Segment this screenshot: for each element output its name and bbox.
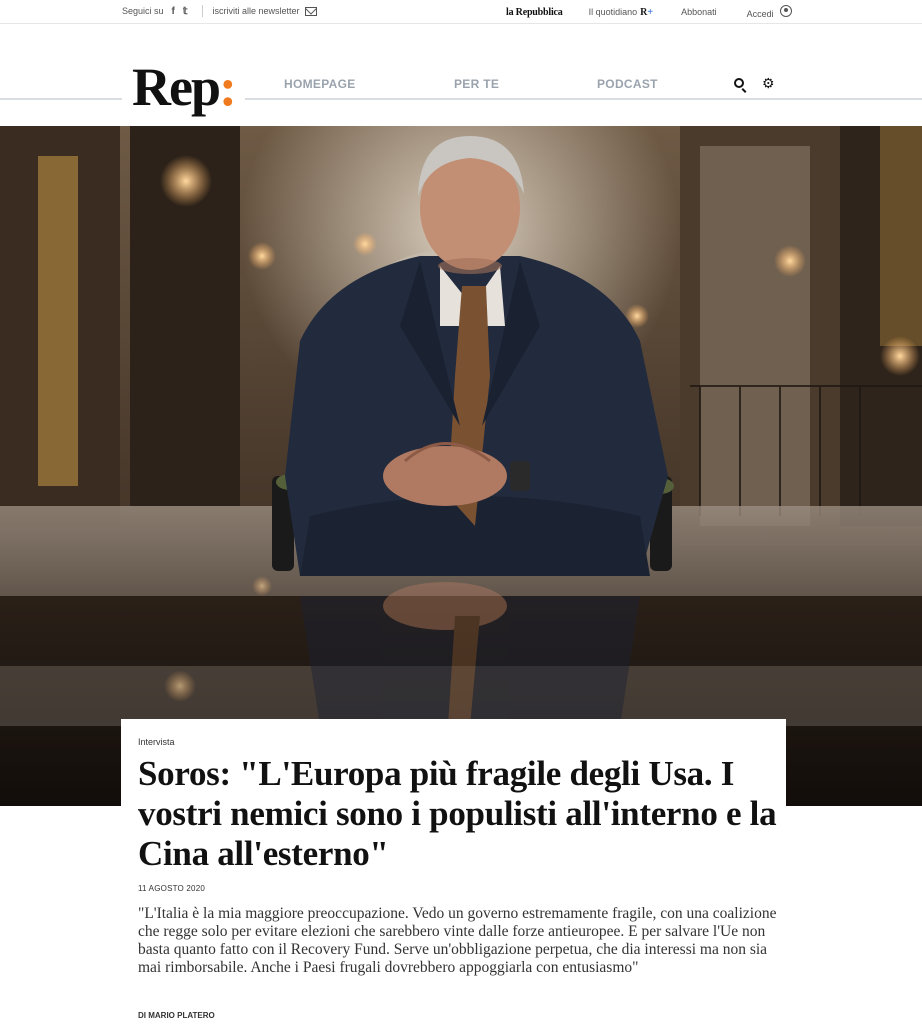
quotidiano-link[interactable]: Il quotidiano R+ [589, 7, 653, 18]
article-date: 11 AGOSTO 2020 [138, 884, 205, 893]
search-icon[interactable] [734, 78, 744, 88]
user-icon [780, 5, 793, 17]
nav-podcast[interactable]: PODCAST [597, 77, 658, 91]
logo-text: Rep [132, 57, 221, 117]
masthead: Rep: HOMEPAGE PER TE PODCAST ⚙ [0, 25, 922, 126]
newsletter-link[interactable]: iscriviti alle newsletter [213, 6, 300, 16]
quotidiano-label: Il quotidiano [588, 7, 638, 17]
follow-label: Seguici su [122, 6, 164, 16]
nav-per-te[interactable]: PER TE [454, 77, 499, 91]
article-byline[interactable]: DI MARIO PLATERO [138, 1011, 215, 1020]
account-links: la Repubblica Il quotidiano R+ Abbonati … [506, 5, 793, 19]
utility-bar: Seguici su f 𝕥 iscriviti alle newsletter… [0, 0, 922, 24]
hero-photo [0, 126, 922, 806]
hero-illustration [0, 126, 922, 806]
login-link[interactable]: Accedi [747, 5, 793, 19]
article-headline[interactable]: Soros: "L'Europa più fragile degli Usa. … [138, 754, 778, 874]
subscribe-link[interactable]: Abbonati [681, 7, 717, 17]
login-label: Accedi [746, 9, 774, 19]
article-card: Intervista Soros: "L'Europa più fragile … [121, 719, 786, 1024]
rep-logo[interactable]: Rep: [122, 55, 245, 119]
twitter-icon[interactable]: 𝕥 [183, 6, 188, 17]
nav-homepage[interactable]: HOMEPAGE [284, 77, 356, 91]
repubblica-brand-link[interactable]: la Repubblica [506, 7, 563, 18]
gear-icon[interactable]: ⚙ [762, 76, 775, 90]
logo-colon: : [219, 57, 237, 117]
masthead-tools: ⚙ [734, 76, 775, 90]
article-summary: "L'Italia è la mia maggiore preoccupazio… [138, 905, 777, 976]
social-links: Seguici su f 𝕥 iscriviti alle newsletter [122, 5, 317, 17]
article-kicker[interactable]: Intervista [138, 737, 175, 747]
divider [201, 5, 203, 17]
facebook-icon[interactable]: f [172, 6, 175, 17]
rplus-logo: R+ [640, 6, 654, 18]
mail-icon[interactable] [304, 6, 317, 16]
